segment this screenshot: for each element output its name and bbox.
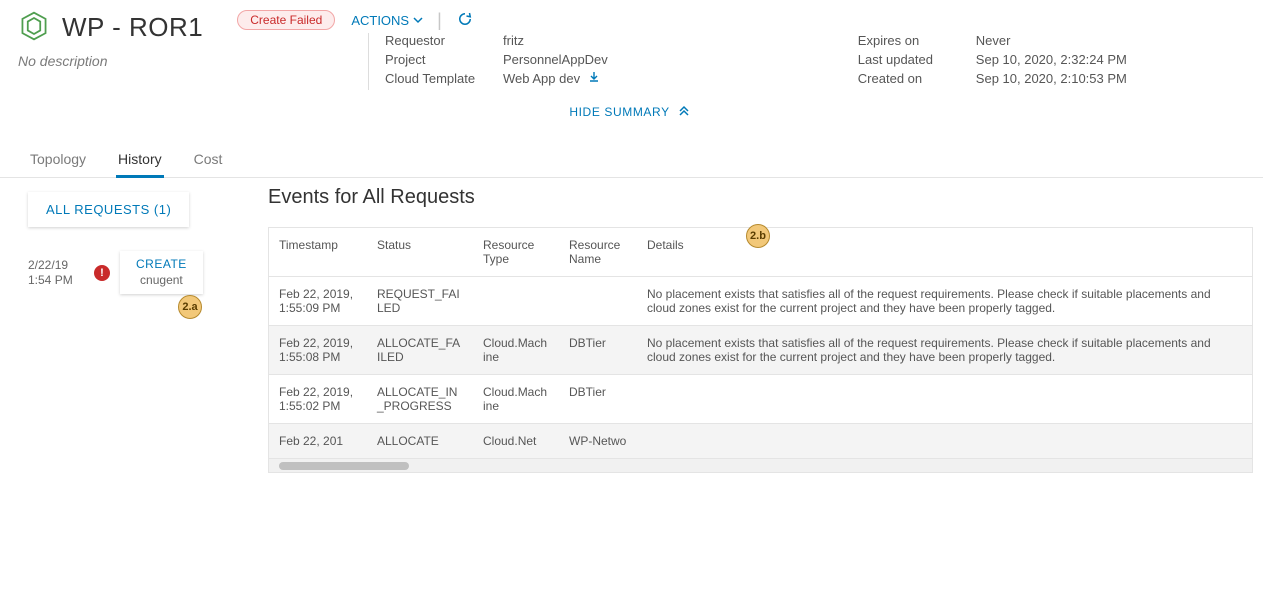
cell-details: [637, 424, 1252, 459]
template-value: Web App dev: [503, 71, 600, 86]
deployment-icon: [18, 10, 50, 45]
table-row[interactable]: Feb 22, 2019, 1:55:02 PM ALLOCATE_IN_PRO…: [269, 375, 1252, 424]
request-item[interactable]: 2/22/19 1:54 PM ! CREATE cnugent 2.a: [28, 251, 238, 294]
cell-status: ALLOCATE_FAILED: [367, 326, 473, 375]
cell-rtype: [473, 277, 559, 326]
expires-label: Expires on: [858, 33, 976, 48]
cell-rtype: Cloud.Machine: [473, 375, 559, 424]
chevron-double-up-icon: [678, 105, 690, 119]
request-time: 1:54 PM: [28, 273, 84, 288]
tab-cost[interactable]: Cost: [192, 145, 225, 177]
col-header-resource-type[interactable]: Resource Type: [473, 228, 559, 277]
callout-2b: 2.b: [746, 224, 770, 248]
created-value: Sep 10, 2020, 2:10:53 PM: [976, 71, 1127, 86]
requestor-label: Requestor: [385, 33, 503, 48]
template-label: Cloud Template: [385, 71, 503, 86]
table-row[interactable]: Feb 22, 2019, 1:55:08 PM ALLOCATE_FAILED…: [269, 326, 1252, 375]
cell-status: REQUEST_FAILED: [367, 277, 473, 326]
error-icon: !: [94, 265, 110, 281]
scrollbar-thumb[interactable]: [279, 462, 409, 470]
cell-timestamp: Feb 22, 201: [269, 424, 367, 459]
cell-status: ALLOCATE_IN_PROGRESS: [367, 375, 473, 424]
cell-rtype: Cloud.Machine: [473, 326, 559, 375]
chevron-down-icon: [413, 13, 423, 28]
cell-status: ALLOCATE: [367, 424, 473, 459]
toolbar-divider: |: [437, 10, 442, 31]
cell-details: No placement exists that satisfies all o…: [637, 277, 1252, 326]
hide-summary-toggle[interactable]: HIDE SUMMARY: [0, 90, 1263, 129]
actions-dropdown[interactable]: ACTIONS: [351, 13, 423, 28]
cell-timestamp: Feb 22, 2019, 1:55:02 PM: [269, 375, 367, 424]
tabs: Topology History Cost: [0, 137, 1263, 178]
request-date: 2/22/19: [28, 258, 84, 273]
cell-timestamp: Feb 22, 2019, 1:55:08 PM: [269, 326, 367, 375]
cell-rname: WP-Netwo: [559, 424, 637, 459]
tab-topology[interactable]: Topology: [28, 145, 88, 177]
project-label: Project: [385, 52, 503, 67]
project-value: PersonnelAppDev: [503, 52, 608, 67]
table-row[interactable]: Feb 22, 201 ALLOCATE Cloud.Net WP-Netwo: [269, 424, 1252, 459]
col-header-status[interactable]: Status: [367, 228, 473, 277]
requestor-value: fritz: [503, 33, 524, 48]
request-user: cnugent: [136, 273, 187, 289]
callout-2a: 2.a: [178, 295, 202, 319]
cell-details: [637, 375, 1252, 424]
events-table: Timestamp Status Resource Type Resource …: [268, 227, 1253, 473]
refresh-icon[interactable]: [456, 10, 474, 31]
col-header-details[interactable]: Details: [637, 228, 1252, 277]
status-badge: Create Failed: [237, 10, 335, 30]
request-card[interactable]: CREATE cnugent: [120, 251, 203, 294]
actions-label: ACTIONS: [351, 13, 409, 28]
all-requests-button[interactable]: ALL REQUESTS (1): [28, 192, 189, 227]
cell-rname: [559, 277, 637, 326]
cell-rname: DBTier: [559, 375, 637, 424]
summary-panel: Requestor fritz Project PersonnelAppDev …: [368, 33, 1263, 90]
updated-value: Sep 10, 2020, 2:32:24 PM: [976, 52, 1127, 67]
template-value-text: Web App dev: [503, 71, 580, 86]
tab-history[interactable]: History: [116, 145, 164, 177]
request-action: CREATE: [136, 257, 187, 273]
hide-summary-label: HIDE SUMMARY: [569, 105, 669, 119]
cell-rname: DBTier: [559, 326, 637, 375]
cell-timestamp: Feb 22, 2019, 1:55:09 PM: [269, 277, 367, 326]
col-header-timestamp[interactable]: Timestamp: [269, 228, 367, 277]
download-icon[interactable]: [588, 71, 600, 86]
updated-label: Last updated: [858, 52, 976, 67]
request-timestamp: 2/22/19 1:54 PM: [28, 258, 84, 288]
horizontal-scrollbar[interactable]: [269, 458, 1252, 472]
expires-value: Never: [976, 33, 1011, 48]
page-title: WP - ROR1: [62, 12, 203, 43]
cell-details: No placement exists that satisfies all o…: [637, 326, 1252, 375]
events-title: Events for All Requests: [268, 186, 1253, 209]
table-row[interactable]: Feb 22, 2019, 1:55:09 PM REQUEST_FAILED …: [269, 277, 1252, 326]
col-header-resource-name[interactable]: Resource Name: [559, 228, 637, 277]
created-label: Created on: [858, 71, 976, 86]
cell-rtype: Cloud.Net: [473, 424, 559, 459]
